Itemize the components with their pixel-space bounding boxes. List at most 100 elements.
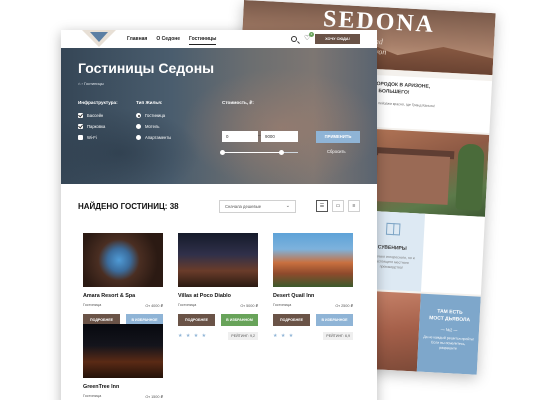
details-button[interactable]: ПОДРОБНЕЕ (178, 314, 215, 326)
rating-badge: РЕЙТИНГ: 9,2 (228, 332, 258, 340)
sort-value: Сначала дешевые (225, 204, 262, 209)
hotels-page-preview: Главная О Седоне Гостиницы ♡ 2 ХОЧУ СЮДА!… (61, 30, 377, 400)
details-button[interactable]: ПОДРОБНЕЕ (273, 314, 310, 326)
hotel-price: От 1500 ₽ (145, 395, 163, 399)
housing-motel[interactable]: Мотель (136, 124, 159, 129)
chevron-down-icon: ⌄ (285, 203, 290, 209)
apartments-radio[interactable] (136, 135, 141, 140)
devil-bridge-card: ТАМ ЕСТЬ МОСТ ДЬЯВОЛА — №2 — Да не кажды… (416, 293, 481, 375)
heart-icon[interactable]: ♡ 2 (304, 32, 314, 42)
pool-checkbox[interactable] (78, 113, 83, 118)
landing-intro-block: ГОРОДОК В АРИЗОНЕ, Й БОЛЬШЕГО! ые пейзаж… (367, 74, 493, 134)
hotel-rating-row: ★ ★ ★ РЕЙТИНГ: 6,9 (273, 332, 353, 340)
hotel-card: Desert Quail Inn Гостиница От 2500 ₽ ПОДР… (273, 233, 353, 340)
list-view-icon: ☰ (319, 203, 325, 209)
photo-building (375, 153, 451, 205)
wifi-label: Wi-Fi (87, 135, 97, 140)
hotel-meta: Гостиница От 5000 ₽ (178, 303, 258, 308)
hotel-photo[interactable] (178, 233, 258, 287)
page-title: Гостиницы Седоны (78, 60, 215, 76)
hotel-rating-row: ★ ★ ★ ★ РЕЙТИНГ: 9,2 (178, 332, 258, 340)
landing-subtext: ые пейзажи красно, где Гранд Каньон! (372, 100, 436, 109)
motel-label: Мотель (145, 124, 160, 129)
hotels-hero-filters: Гостиницы Седоны ⌂ › Гостиницы Инфрастру… (61, 48, 377, 184)
hotel-photo[interactable] (83, 324, 163, 378)
devil-bridge-title: ТАМ ЕСТЬ МОСТ ДЬЯВОЛА (419, 308, 480, 325)
rating-badge: РЕЙТИНГ: 6,9 (323, 332, 353, 340)
want-here-button[interactable]: ХОЧУ СЮДА! (315, 34, 360, 44)
price-min-input[interactable]: 0 (222, 131, 258, 142)
price-slider[interactable] (220, 150, 298, 155)
star-rating: ★ ★ ★ ★ (178, 333, 208, 339)
hotel-name[interactable]: Desert Quail Inn (273, 293, 353, 299)
compact-view-icon: ≡ (352, 203, 356, 209)
hotel-price: От 2500 ₽ (335, 304, 353, 308)
search-icon[interactable] (291, 35, 297, 42)
list-view-button[interactable]: ☰ (316, 200, 328, 212)
devil-bridge-number: — №2 — (440, 326, 458, 333)
filter-parking[interactable]: Парковка (78, 124, 105, 129)
wifi-checkbox[interactable] (78, 135, 83, 140)
main-nav: Главная О Седоне Гостиницы (127, 36, 217, 45)
hotel-actions: ПОДРОБНЕЕ В ИЗБРАННОМ (178, 314, 258, 326)
infrastructure-label: Инфраструктура: (78, 100, 118, 105)
pool-label: Бассейн (87, 113, 104, 118)
breadcrumb[interactable]: ⌂ › Гостиницы (78, 81, 104, 86)
price-slider-range (222, 152, 282, 153)
gift-icon (385, 222, 401, 236)
hotel-radio[interactable] (136, 113, 141, 118)
header-icons: ♡ 2 (291, 32, 314, 42)
apply-filters-button[interactable]: ПРИМЕНИТЬ (316, 131, 360, 143)
photo-tree (455, 143, 485, 211)
price-separator: – (258, 133, 261, 139)
hotel-photo[interactable] (273, 233, 353, 287)
price-label: Стоимость, ₽: (222, 100, 254, 105)
nav-item-hotels[interactable]: Гостиницы (189, 36, 217, 45)
motel-radio[interactable] (136, 124, 141, 129)
hotel-meta: Гостиница От 1500 ₽ (83, 394, 163, 399)
devil-bridge-text: Да не каждый решится пройти! Если вы осм… (423, 334, 474, 351)
landing-town-photo (363, 128, 490, 217)
favorite-button[interactable]: В ИЗБРАННОЕ (316, 314, 353, 326)
hotel-card: Villas at Poco Diablo Гостиница От 5000 ₽… (178, 233, 258, 340)
hotel-price: От 5000 ₽ (240, 304, 258, 308)
hotel-card: GreenTree Inn Гостиница От 1500 ₽ (83, 324, 163, 399)
sort-select[interactable]: Сначала дешевые ⌄ (219, 200, 296, 213)
hotel-name[interactable]: Amara Resort & Spa (83, 293, 163, 299)
results-count: НАЙДЕНО ГОСТИНИЦ: 38 (78, 202, 179, 211)
landing-heading: ГОРОДОК В АРИЗОНЕ, Й БОЛЬШЕГО! (373, 81, 488, 101)
hotel-type: Гостиница (273, 303, 292, 307)
nav-item-about[interactable]: О Седоне (156, 36, 180, 45)
compact-view-button[interactable]: ≡ (348, 200, 360, 212)
hotel-label: Гостиница (145, 113, 166, 118)
price-slider-min-handle[interactable] (220, 150, 225, 155)
hotel-name[interactable]: GreenTree Inn (83, 384, 163, 390)
filter-pool[interactable]: Бассейн (78, 113, 103, 118)
grid-view-button[interactable]: ▭ (332, 200, 344, 212)
hotel-actions: ПОДРОБНЕЕ В ИЗБРАННОЕ (273, 314, 353, 326)
star-rating: ★ ★ ★ (273, 333, 295, 339)
hotel-meta: Гостиница От 2500 ₽ (273, 303, 353, 308)
hotel-type: Гостиница (178, 303, 197, 307)
nav-item-home[interactable]: Главная (127, 36, 147, 45)
apartments-label: Апартаменты (145, 135, 172, 140)
hotel-price: От 4000 ₽ (145, 304, 163, 308)
hotel-type: Гостиница (83, 303, 102, 307)
hotel-meta: Гостиница От 4000 ₽ (83, 303, 163, 308)
housing-type-label: Тип Жилья: (136, 100, 163, 105)
price-slider-max-handle[interactable] (279, 150, 285, 155)
favorite-button[interactable]: В ИЗБРАННОМ (221, 314, 258, 326)
housing-hotel[interactable]: Гостиница (136, 113, 165, 118)
parking-label: Парковка (87, 124, 106, 129)
price-max-input[interactable]: 9000 (261, 131, 298, 142)
hotel-type: Гостиница (83, 394, 102, 398)
grid-view-icon: ▭ (335, 203, 341, 209)
hotel-name[interactable]: Villas at Poco Diablo (178, 293, 258, 299)
housing-apartments[interactable]: Апартаменты (136, 135, 171, 140)
reset-filters-link[interactable]: Сбросить (327, 149, 346, 154)
filter-wifi[interactable]: Wi-Fi (78, 135, 97, 140)
favorites-count-badge: 2 (309, 32, 314, 37)
screenshot-stage: SEDONA Grand Canyon ГОРОДОК В АРИЗОНЕ, Й… (0, 0, 546, 400)
parking-checkbox[interactable] (78, 124, 83, 129)
hotel-photo[interactable] (83, 233, 163, 287)
